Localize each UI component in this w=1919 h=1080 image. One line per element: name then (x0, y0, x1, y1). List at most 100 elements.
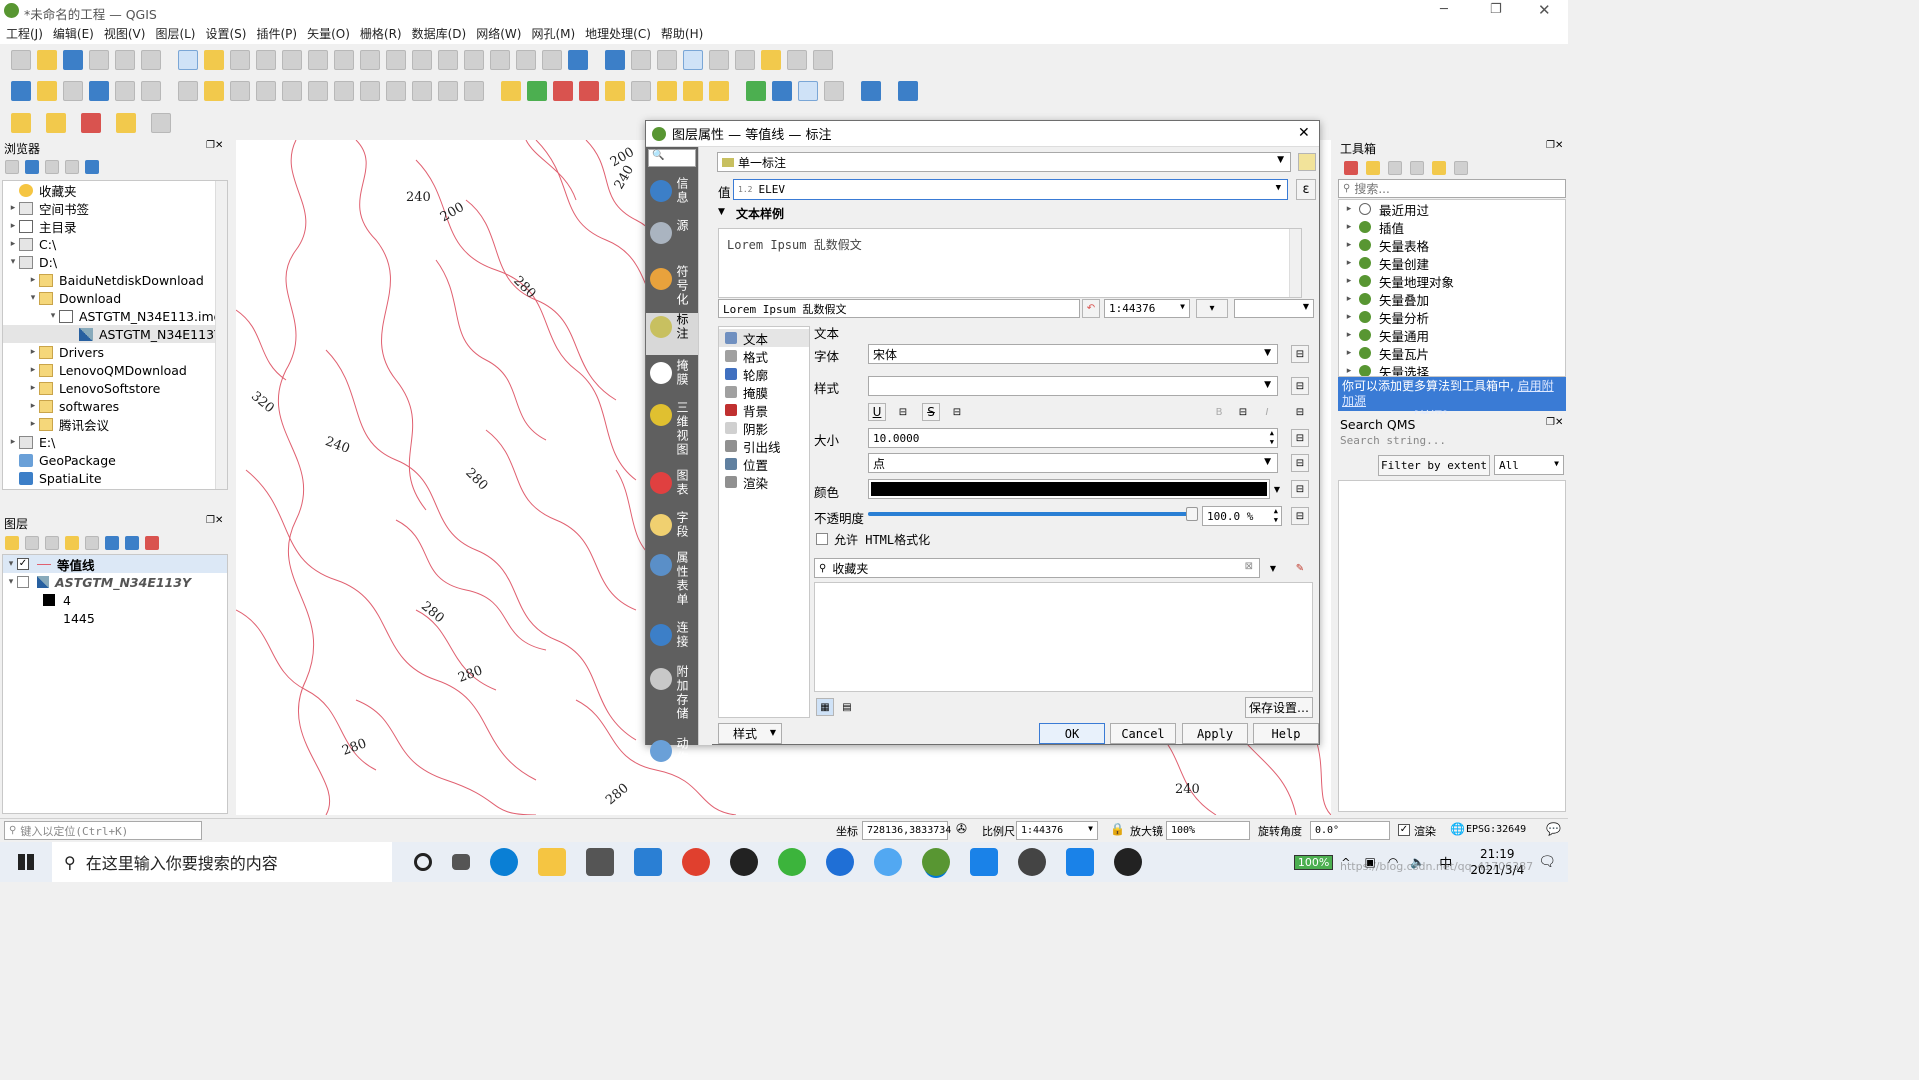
preview-scale-select[interactable]: 1:44376 ▼ (1104, 299, 1190, 318)
qms-icon[interactable] (798, 81, 818, 101)
text-annotation-icon[interactable] (813, 49, 833, 70)
expand-arrow-icon[interactable]: ▸ (7, 437, 19, 447)
photos-icon[interactable] (970, 848, 998, 876)
strikeout-override-button[interactable]: ⊟ (948, 403, 966, 421)
locator-input[interactable]: ⚲ 键入以定位(Ctrl+K) (4, 821, 202, 840)
panel-float-icon[interactable]: ❐✕ (206, 140, 223, 151)
new-temp-layer-icon[interactable] (115, 81, 135, 101)
toolbox-item[interactable]: ▸ 矢量叠加 (1339, 290, 1565, 308)
apply-button[interactable]: Apply (1182, 723, 1248, 744)
browser-item[interactable]: 收藏夹 (3, 181, 227, 199)
opacity-slider-handle[interactable] (1186, 507, 1198, 521)
select-features-icon[interactable] (11, 113, 31, 133)
qms-filter-select[interactable]: All ▼ (1494, 455, 1564, 475)
expand-arrow-icon[interactable]: ▸ (1343, 312, 1355, 322)
game-icon[interactable] (1018, 848, 1046, 876)
edge-icon[interactable] (490, 848, 518, 876)
results-icon[interactable] (1410, 161, 1424, 175)
sidebar-item-source[interactable]: 源 (646, 219, 698, 244)
sidebar-item-action[interactable]: 动作 (646, 737, 698, 765)
toolbox-item[interactable]: ▸ 矢量瓦片 (1339, 344, 1565, 362)
save-edits-icon[interactable] (230, 81, 250, 101)
browser-item[interactable]: ▸ softwares (3, 397, 227, 415)
layer-row[interactable]: ▾ ASTGTM_N34E113Y (3, 573, 227, 591)
dialog-close-icon[interactable]: ✕ (1298, 125, 1310, 141)
toolbox-item[interactable]: ▸ 矢量通用 (1339, 326, 1565, 344)
minimize-icon[interactable]: ─ (1440, 2, 1448, 17)
wechat-icon[interactable] (778, 848, 806, 876)
zoom-full-icon[interactable] (282, 49, 302, 70)
subtab-item[interactable]: 轮廓 (719, 365, 809, 383)
menu-item[interactable]: 帮助(H) (661, 25, 703, 42)
delete-selected-icon[interactable] (334, 81, 354, 101)
sidebar-item-join[interactable]: 连接 (646, 621, 698, 649)
zoom-next-icon[interactable] (412, 49, 432, 70)
menu-item[interactable]: 网络(W) (476, 25, 521, 42)
georeferencer-icon[interactable] (746, 81, 766, 101)
expand-arrow-icon[interactable]: ▸ (27, 347, 39, 357)
menu-item[interactable]: 矢量(O) (307, 25, 350, 42)
menu-item[interactable]: 栅格(R) (360, 25, 402, 42)
ok-button[interactable]: OK (1039, 723, 1105, 744)
bookmark-icon[interactable] (490, 49, 510, 70)
reset-sample-button[interactable]: ↶ (1082, 299, 1100, 318)
browser-item[interactable]: GeoPackage (3, 451, 227, 469)
copy-features-icon[interactable] (386, 81, 406, 101)
save-as-icon[interactable] (89, 49, 109, 70)
label-properties-icon[interactable] (709, 81, 729, 101)
sidebar-item-labels[interactable]: 标注 (646, 313, 698, 355)
sidebar-item-storage[interactable]: 附加存储 (646, 665, 698, 721)
zoom-in-icon[interactable] (230, 49, 250, 70)
browser-item[interactable]: ▸ 空间书签 (3, 199, 227, 217)
mail-icon[interactable] (586, 848, 614, 876)
spin-arrows-icon[interactable]: ▲ ▼ (1274, 507, 1278, 525)
font-override-button[interactable]: ⊟ (1291, 345, 1309, 363)
cut-features-icon[interactable] (360, 81, 380, 101)
opacity-override-button[interactable]: ⊟ (1291, 507, 1309, 525)
expand-arrow-icon[interactable]: ▸ (1343, 204, 1355, 214)
expand-arrow-icon[interactable]: ▸ (1343, 348, 1355, 358)
preview-color-select[interactable]: ▼ (1234, 299, 1314, 318)
html-checkbox[interactable] (816, 533, 828, 545)
vscode-icon[interactable] (634, 848, 662, 876)
globe-icon[interactable] (772, 81, 792, 101)
statistics-icon[interactable] (709, 49, 729, 70)
scale-select[interactable]: 1:44376 ▼ (1016, 821, 1098, 840)
help-button[interactable]: Help (1253, 723, 1319, 744)
browser-scrollbar[interactable] (215, 181, 227, 489)
coord-input[interactable]: 728136,3833734 (862, 821, 951, 840)
qq-icon[interactable] (730, 848, 758, 876)
style-manager-icon[interactable] (141, 49, 161, 70)
new-geopackage-icon[interactable] (37, 81, 57, 101)
panel-float-icon[interactable]: ❐✕ (1546, 417, 1563, 428)
deselect-icon[interactable] (81, 113, 101, 133)
expand-arrow-icon[interactable]: ▸ (27, 419, 39, 429)
zoom-out-icon[interactable] (256, 49, 276, 70)
expand-arrow-icon[interactable]: ▸ (7, 221, 19, 231)
feishu-icon[interactable] (826, 848, 854, 876)
new-map-view-icon[interactable] (438, 49, 458, 70)
unit-override-button[interactable]: ⊟ (1291, 454, 1309, 472)
browser-item[interactable]: ▸ C:\ (3, 235, 227, 253)
sidebar-search[interactable]: 🔍 (648, 149, 696, 167)
browser-item[interactable]: ▸ LenovoSoftstore (3, 379, 227, 397)
messages-icon[interactable]: 💬 (1546, 822, 1561, 836)
cortana-icon[interactable] (414, 853, 432, 871)
browser-item[interactable]: ▸ E:\ (3, 433, 227, 451)
rotate-label-icon[interactable] (657, 81, 677, 101)
diagram-toolbar-icon[interactable] (527, 81, 547, 101)
menu-item[interactable]: 地理处理(C) (585, 25, 651, 42)
filter-browser-icon[interactable] (45, 160, 59, 174)
zoom-selection-icon[interactable] (308, 49, 328, 70)
add-selected-icon[interactable] (5, 160, 19, 174)
maximize-icon[interactable]: ❐ (1490, 2, 1502, 17)
data-source-manager-icon[interactable] (11, 81, 31, 101)
select-by-value-icon[interactable] (46, 113, 66, 133)
expand-arrow-icon[interactable]: ▾ (7, 257, 19, 267)
qgis-taskbar-icon[interactable] (922, 848, 950, 876)
new-project-icon[interactable] (11, 49, 31, 70)
properties-icon[interactable] (85, 160, 99, 174)
change-label-icon[interactable] (683, 81, 703, 101)
manage-theme-icon[interactable] (45, 536, 59, 550)
expand-arrow-icon[interactable]: ▸ (1343, 222, 1355, 232)
